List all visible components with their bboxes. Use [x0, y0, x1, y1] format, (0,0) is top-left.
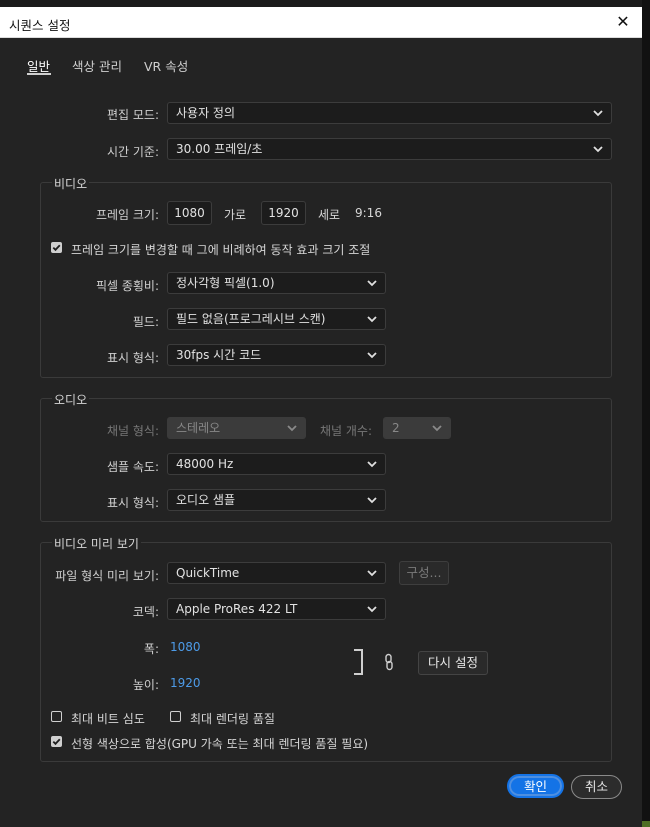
channel-count-value: 2 [392, 421, 400, 435]
timebase-value: 30.00 프레임/초 [176, 142, 263, 156]
chevron-down-icon [367, 461, 377, 468]
pixel-aspect-value: 정사각형 픽셀(1.0) [176, 276, 275, 290]
frame-height-input[interactable]: 1920 [261, 201, 306, 225]
chevron-down-icon [593, 110, 603, 117]
channel-format-label: 채널 형식: [106, 424, 159, 438]
audio-display-format-dropdown[interactable]: 오디오 샘플 [167, 489, 386, 511]
chevron-down-icon [432, 425, 442, 432]
chain-link-icon[interactable] [383, 653, 395, 671]
reset-button[interactable]: 다시 설정 [418, 651, 488, 675]
sample-rate-label: 샘플 속도: [106, 460, 159, 474]
max-render-quality-label: 최대 렌더링 품질 [190, 712, 275, 726]
codec-label: 코덱: [132, 605, 159, 619]
vertical-label: 세로 [318, 208, 341, 222]
video-preview-section-title: 비디오 미리 보기 [52, 535, 141, 552]
video-display-format-value: 30fps 시간 코드 [176, 348, 262, 362]
channel-format-value: 스테레오 [176, 421, 221, 435]
cancel-button[interactable]: 취소 [571, 775, 622, 799]
chevron-down-icon [593, 146, 603, 153]
fields-value: 필드 없음(프로그레시브 스캔) [176, 312, 326, 326]
audio-display-format-label: 표시 형식: [106, 496, 159, 510]
preview-height-label: 높이: [132, 678, 159, 692]
configure-button[interactable]: 구성... [399, 561, 449, 585]
aspect-ratio-value: 9:16 [355, 206, 382, 220]
codec-dropdown[interactable]: Apple ProRes 422 LT [167, 598, 386, 620]
edit-mode-dropdown[interactable]: 사용자 정의 [167, 102, 612, 124]
close-icon[interactable]: ✕ [612, 11, 634, 33]
video-display-format-label: 표시 형식: [106, 351, 159, 365]
video-section-title: 비디오 [52, 175, 90, 192]
scale-motion-label: 프레임 크기를 변경할 때 그에 비례하여 동작 효과 크기 조절 [71, 243, 371, 257]
chevron-down-icon [367, 352, 377, 359]
chevron-down-icon [287, 425, 297, 432]
horizontal-label: 가로 [224, 208, 247, 222]
chevron-down-icon [367, 606, 377, 613]
codec-value: Apple ProRes 422 LT [176, 602, 298, 616]
preview-file-format-dropdown[interactable]: QuickTime [167, 562, 386, 584]
active-tab-indicator [27, 73, 51, 75]
edit-mode-label: 편집 모드: [106, 108, 159, 122]
audio-section-title: 오디오 [52, 391, 90, 408]
chevron-down-icon [367, 280, 377, 287]
preview-width-value[interactable]: 1080 [170, 640, 201, 654]
frame-size-label: 프레임 크기: [95, 208, 159, 222]
channel-count-label: 채널 개수: [320, 424, 373, 438]
linear-color-label: 선형 색상으로 합성(GPU 가속 또는 최대 렌더링 품질 필요) [71, 737, 369, 751]
max-bit-depth-label: 최대 비트 심도 [71, 712, 145, 726]
background-edge [642, 0, 650, 827]
preview-file-format-value: QuickTime [176, 566, 240, 580]
video-display-format-dropdown[interactable]: 30fps 시간 코드 [167, 344, 386, 366]
sample-rate-value: 48000 Hz [176, 457, 234, 471]
fields-label: 필드: [132, 315, 159, 329]
tab-vr-properties[interactable]: VR 속성 [144, 56, 188, 75]
pixel-aspect-dropdown[interactable]: 정사각형 픽셀(1.0) [167, 272, 386, 294]
checkmark-icon [52, 244, 61, 252]
link-bracket [354, 649, 363, 675]
chevron-down-icon [367, 316, 377, 323]
preview-width-label: 폭: [143, 642, 159, 656]
preview-file-format-label: 파일 형식 미리 보기: [55, 569, 159, 583]
chevron-down-icon [367, 570, 377, 577]
frame-width-input[interactable]: 1080 [167, 201, 212, 225]
tab-color-management[interactable]: 색상 관리 [72, 56, 122, 75]
ok-button[interactable]: 확인 [507, 774, 564, 798]
preview-height-value[interactable]: 1920 [170, 676, 201, 690]
fields-dropdown[interactable]: 필드 없음(프로그레시브 스캔) [167, 308, 386, 330]
checkmark-icon [52, 738, 61, 746]
linear-color-checkbox[interactable] [51, 736, 62, 747]
channel-count-dropdown[interactable]: 2 [383, 417, 451, 439]
audio-display-format-value: 오디오 샘플 [176, 493, 236, 507]
timebase-dropdown[interactable]: 30.00 프레임/초 [167, 138, 612, 160]
channel-format-dropdown[interactable]: 스테레오 [167, 417, 306, 439]
edit-mode-value: 사용자 정의 [176, 106, 236, 120]
scale-motion-checkbox[interactable] [51, 242, 62, 253]
sample-rate-dropdown[interactable]: 48000 Hz [167, 453, 386, 475]
pixel-aspect-label: 픽셀 종횡비: [95, 279, 159, 293]
timebase-label: 시간 기준: [106, 145, 159, 159]
title-bar: 시퀀스 설정 ✕ [0, 7, 642, 38]
max-bit-depth-checkbox[interactable] [51, 711, 62, 722]
chevron-down-icon [367, 497, 377, 504]
max-render-quality-checkbox[interactable] [170, 711, 181, 722]
dialog-title: 시퀀스 설정 [9, 18, 71, 33]
